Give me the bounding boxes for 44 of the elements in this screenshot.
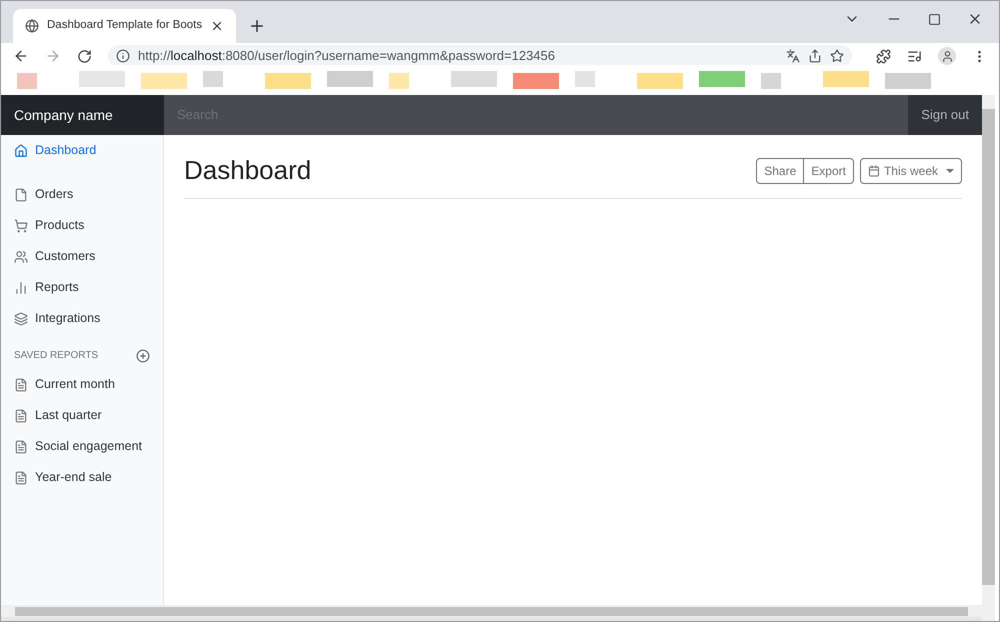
- vertical-scrollbar[interactable]: [982, 95, 995, 621]
- sidebar-item[interactable]: Social engagement: [1, 431, 163, 462]
- document-icon: [14, 470, 28, 484]
- cart-icon: [14, 218, 28, 232]
- globe-icon: [25, 19, 39, 33]
- sign-out-link[interactable]: Sign out: [908, 95, 982, 135]
- page-title: Dashboard: [184, 154, 312, 187]
- avatar[interactable]: [938, 47, 956, 65]
- toolbar-button[interactable]: Export: [803, 158, 854, 184]
- reload-icon[interactable]: [77, 48, 92, 64]
- file-icon: [14, 188, 28, 202]
- sidebar-item[interactable]: Products: [1, 210, 163, 241]
- period-dropdown[interactable]: This week: [860, 158, 962, 184]
- sidebar-item[interactable]: Last quarter: [1, 400, 163, 431]
- document-icon: [14, 440, 28, 454]
- puzzle-icon[interactable]: [876, 48, 891, 64]
- people-icon: [14, 250, 28, 264]
- brand[interactable]: Company name: [1, 95, 164, 135]
- toolbar-button[interactable]: Share: [756, 158, 804, 184]
- bar-chart-icon: [14, 280, 28, 294]
- translate-icon[interactable]: [786, 49, 800, 63]
- sidebar-item[interactable]: Current month: [1, 369, 163, 400]
- sidebar-item[interactable]: Customers: [1, 241, 163, 272]
- maximize-icon[interactable]: [928, 12, 941, 26]
- star-icon[interactable]: [830, 49, 844, 63]
- media-list-icon[interactable]: [907, 48, 922, 64]
- layers-icon: [14, 312, 28, 326]
- sidebar-item[interactable]: Year-end sale: [1, 462, 163, 493]
- sidebar-item[interactable]: Orders: [1, 179, 163, 210]
- sidebar-item[interactable]: Dashboard: [1, 135, 163, 166]
- calendar-icon: [868, 164, 880, 176]
- section-heading: SAVED REPORTS: [14, 349, 98, 363]
- document-icon: [14, 408, 28, 422]
- document-icon: [14, 378, 28, 392]
- back-icon[interactable]: [13, 48, 29, 64]
- sidebar-item[interactable]: Integrations: [1, 303, 163, 334]
- home-icon: [14, 144, 28, 158]
- browser-tab[interactable]: Dashboard Template for Boots: [13, 9, 236, 43]
- add-icon[interactable]: [136, 348, 150, 362]
- address-bar[interactable]: http://localhost:8080/user/login?username=wangmm&password=123456: [108, 45, 852, 67]
- info-icon: [116, 49, 130, 63]
- horizontal-scrollbar[interactable]: [1, 605, 982, 617]
- sidebar-item[interactable]: Reports: [1, 272, 163, 303]
- share-icon[interactable]: [808, 49, 822, 63]
